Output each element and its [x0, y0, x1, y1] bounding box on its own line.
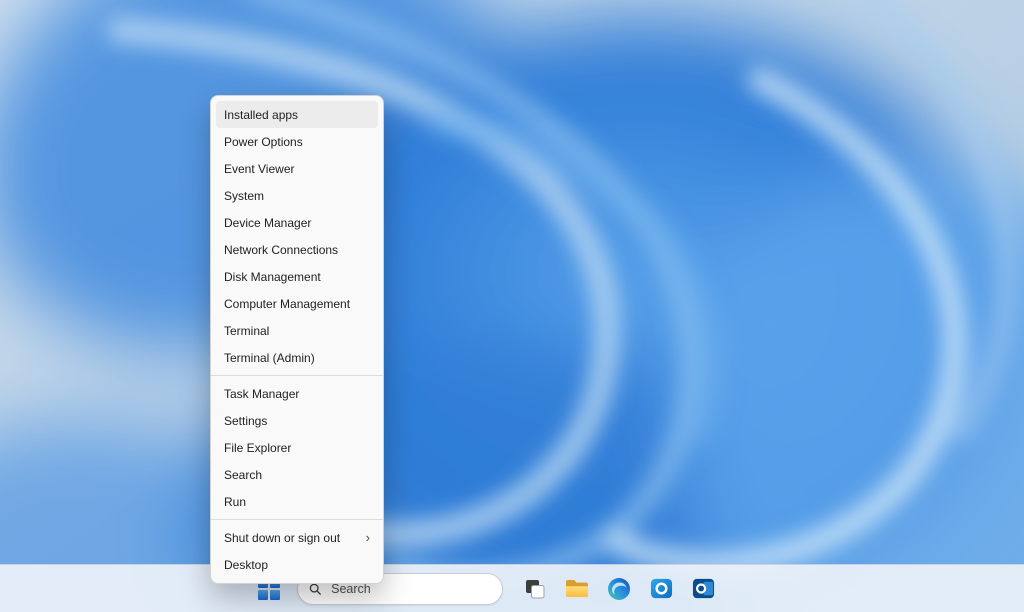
menu-item-event-viewer[interactable]: Event Viewer: [216, 155, 378, 182]
outlook-classic-button[interactable]: [685, 570, 721, 608]
menu-item-label: Terminal (Admin): [224, 350, 315, 365]
menu-item-label: Desktop: [224, 557, 269, 572]
outlook-new-button[interactable]: [643, 570, 679, 608]
menu-item-desktop[interactable]: Desktop: [216, 551, 378, 578]
menu-item-label: Device Manager: [224, 215, 312, 230]
menu-item-shut-down-or-sign-out[interactable]: Shut down or sign out ›: [216, 524, 378, 551]
outlook-new-icon: [650, 578, 672, 599]
menu-item-installed-apps[interactable]: Installed apps: [216, 101, 378, 128]
task-view-icon: [526, 579, 545, 598]
menu-item-label: System: [224, 188, 265, 203]
menu-item-label: Task Manager: [224, 386, 300, 401]
menu-separator: [211, 519, 383, 520]
menu-item-label: Event Viewer: [224, 161, 295, 176]
menu-item-search[interactable]: Search: [216, 461, 378, 488]
start-context-menu: Installed apps Power Options Event Viewe…: [210, 95, 384, 584]
menu-item-label: Terminal: [224, 323, 270, 338]
menu-item-network-connections[interactable]: Network Connections: [216, 236, 378, 263]
menu-item-run[interactable]: Run: [216, 488, 378, 515]
menu-item-computer-management[interactable]: Computer Management: [216, 290, 378, 317]
outlook-classic-icon: [692, 578, 714, 599]
menu-item-label: Run: [224, 494, 247, 509]
menu-item-label: Power Options: [224, 134, 303, 149]
menu-separator: [211, 375, 383, 376]
menu-item-label: Settings: [224, 413, 268, 428]
desktop: Installed apps Power Options Event Viewe…: [0, 0, 1024, 612]
task-view-button[interactable]: [517, 570, 553, 608]
file-explorer-icon: [566, 580, 588, 597]
edge-button[interactable]: [601, 570, 637, 608]
menu-item-settings[interactable]: Settings: [216, 407, 378, 434]
menu-item-terminal-admin[interactable]: Terminal (Admin): [216, 344, 378, 371]
file-explorer-button[interactable]: [559, 570, 595, 608]
edge-icon: [608, 577, 630, 600]
menu-item-label: Network Connections: [224, 242, 339, 257]
chevron-right-icon: ›: [365, 530, 370, 545]
menu-item-device-manager[interactable]: Device Manager: [216, 209, 378, 236]
menu-item-label: Installed apps: [224, 107, 299, 122]
menu-item-system[interactable]: System: [216, 182, 378, 209]
menu-item-label: Shut down or sign out: [224, 530, 341, 545]
menu-item-disk-management[interactable]: Disk Management: [216, 263, 378, 290]
menu-item-label: File Explorer: [224, 440, 292, 455]
taskbar: [0, 564, 1024, 612]
menu-item-power-options[interactable]: Power Options: [216, 128, 378, 155]
menu-item-terminal[interactable]: Terminal: [216, 317, 378, 344]
menu-item-task-manager[interactable]: Task Manager: [216, 380, 378, 407]
menu-item-file-explorer[interactable]: File Explorer: [216, 434, 378, 461]
wallpaper: [0, 0, 1024, 612]
menu-item-label: Search: [224, 467, 263, 482]
menu-item-label: Disk Management: [224, 269, 321, 284]
menu-item-label: Computer Management: [224, 296, 351, 311]
